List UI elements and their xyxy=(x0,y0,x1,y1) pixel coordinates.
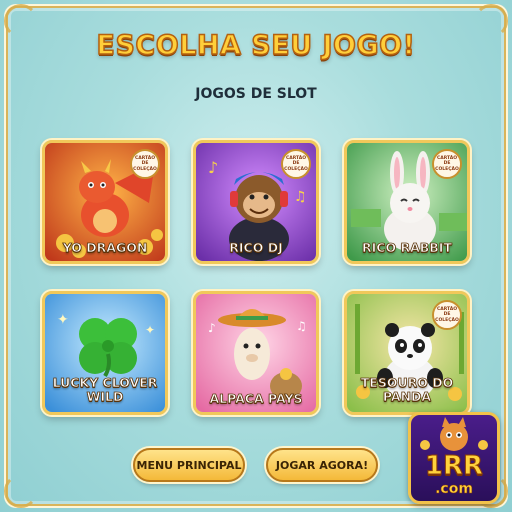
page-title: ESCOLHA SEU JOGO! xyxy=(96,29,416,62)
game-title: TESOURO DO PANDA xyxy=(360,375,454,404)
mascot-icon xyxy=(420,417,488,451)
game-title: RICO DJ xyxy=(229,240,283,255)
section-subtitle: JOGOS DE SLOT xyxy=(195,86,317,102)
collection-card-badge: CARTÃO DE COLEÇÃO xyxy=(281,149,311,179)
game-title: LUCKY CLOVER WILD xyxy=(52,375,158,404)
play-now-button[interactable]: JOGAR AGORA! xyxy=(266,448,378,482)
svg-text:♫: ♫ xyxy=(296,319,307,333)
game-title: RICO RABBIT xyxy=(362,240,453,255)
collection-card-badge: CARTÃO DE COLEÇÃO xyxy=(130,149,160,179)
game-tile-rico-dj[interactable]: ♪ ♫ CARTÃO DE COLEÇÃO RICO DJ xyxy=(193,140,319,264)
collection-card-badge: CARTÃO DE COLEÇÃO xyxy=(432,300,462,330)
main-menu-button[interactable]: MENU PRINCIPAL xyxy=(133,448,245,482)
svg-text:✦: ✦ xyxy=(57,312,69,328)
game-title: YO DRAGON xyxy=(62,240,148,255)
svg-text:♫: ♫ xyxy=(294,189,307,205)
collection-card-badge: CARTÃO DE COLEÇÃO xyxy=(432,149,462,179)
game-title: ALPACA PAYS xyxy=(209,391,303,406)
game-tile-alpaca-pays[interactable]: ♪ ♫ ALPACA PAYS xyxy=(193,291,319,415)
game-tile-tesouro-do-panda[interactable]: CARTÃO DE COLEÇÃO TESOURO DO PANDA xyxy=(344,291,470,415)
game-tile-yo-dragon[interactable]: CARTÃO DE COLEÇÃO YO DRAGON xyxy=(42,140,168,264)
svg-text:✦: ✦ xyxy=(145,323,155,337)
svg-text:♪: ♪ xyxy=(208,158,218,177)
brand-name: 1RR xyxy=(424,451,484,482)
game-tile-lucky-clover-wild[interactable]: ✦ ✦ LUCKY CLOVER WILD xyxy=(42,291,168,415)
corner-ornament xyxy=(4,474,38,508)
brand-logo: 1RR .com xyxy=(408,412,500,504)
svg-text:♪: ♪ xyxy=(208,321,216,335)
game-tile-rico-rabbit[interactable]: CARTÃO DE COLEÇÃO RICO RABBIT xyxy=(344,140,470,264)
brand-domain: .com xyxy=(435,481,473,498)
